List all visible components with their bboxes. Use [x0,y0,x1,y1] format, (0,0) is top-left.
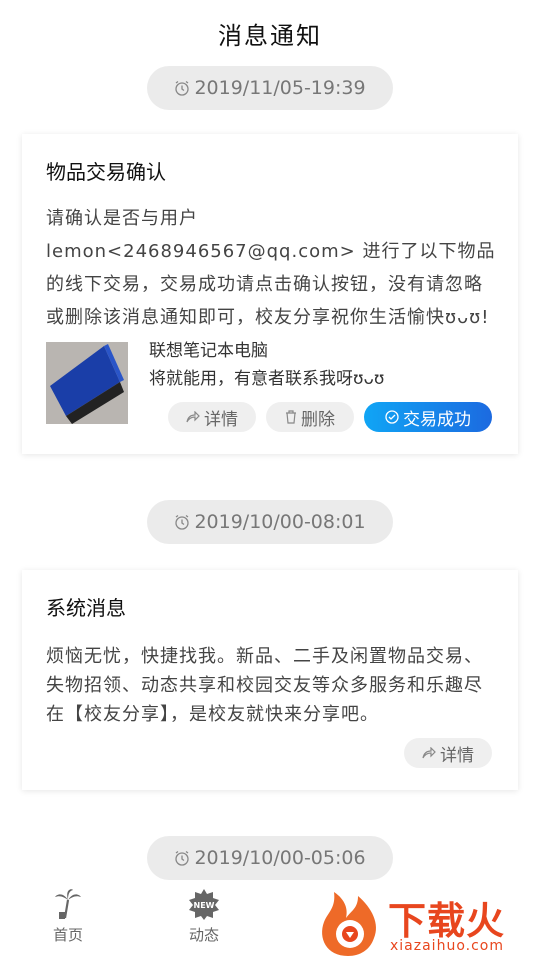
clock-icon [175,514,190,530]
share-arrow-icon [186,411,200,423]
watermark-text: 下载火 [388,899,506,943]
delete-button[interactable]: 删除 [266,402,354,432]
clock-icon [175,80,190,96]
timestamp-pill: 2019/10/00-08:01 [147,500,393,544]
tab-dynamic[interactable]: NEW 动态 [174,888,234,945]
confirm-button-label: 交易成功 [403,409,471,430]
fire-logo-icon [322,892,377,956]
tab-dynamic-label: 动态 [188,926,219,944]
tab-home-label: 首页 [52,926,83,944]
message-body: 请确认是否与用户 lemon<2468946567@qq.com> 进行了以下物… [46,208,496,328]
new-badge-icon: NEW [189,889,219,920]
detail-button-label: 详情 [204,409,238,430]
share-arrow-icon [422,747,436,759]
check-circle-icon [385,410,399,424]
clock-icon [175,850,190,866]
message-title: 系统消息 [46,596,126,620]
detail-button[interactable]: 详情 [404,738,492,768]
message-body: 烦恼无忧，快捷找我。新品、二手及闲置物品交易、失物招领、动态共享和校园交友等众多… [46,646,483,725]
timestamp-pill: 2019/11/05-19:39 [147,66,393,110]
detail-button-label: 详情 [440,745,474,766]
timestamp-text: 2019/10/00-08:01 [194,511,366,533]
timestamp-text: 2019/11/05-19:39 [194,77,366,99]
delete-button-label: 删除 [301,409,335,430]
watermark-logo: 下载火 xiazaihuo.com [318,886,540,960]
message-card: 系统消息 烦恼无忧，快捷找我。新品、二手及闲置物品交易、失物招领、动态共享和校园… [22,570,518,790]
page-title: 消息通知 [218,22,322,50]
message-title: 物品交易确认 [46,160,166,184]
item-name: 联想笔记本电脑 [149,341,268,361]
laptop-image [46,342,128,424]
watermark-url: xiazaihuo.com [390,938,504,954]
timestamp-pill: 2019/10/00-05:06 [147,836,393,880]
timestamp-text: 2019/10/00-05:06 [194,847,366,869]
item-description: 将就能用，有意者联系我呀ʊᴗʊ [149,369,385,389]
message-card: 物品交易确认 请确认是否与用户 lemon<2468946567@qq.com>… [22,134,518,454]
detail-button[interactable]: 详情 [168,402,256,432]
item-thumbnail[interactable] [46,342,128,424]
svg-text:NEW: NEW [194,901,215,910]
tab-home[interactable]: 首页 [38,888,98,945]
palm-tree-icon [55,889,81,919]
trash-icon [286,410,296,424]
confirm-trade-button[interactable]: 交易成功 [364,402,492,432]
